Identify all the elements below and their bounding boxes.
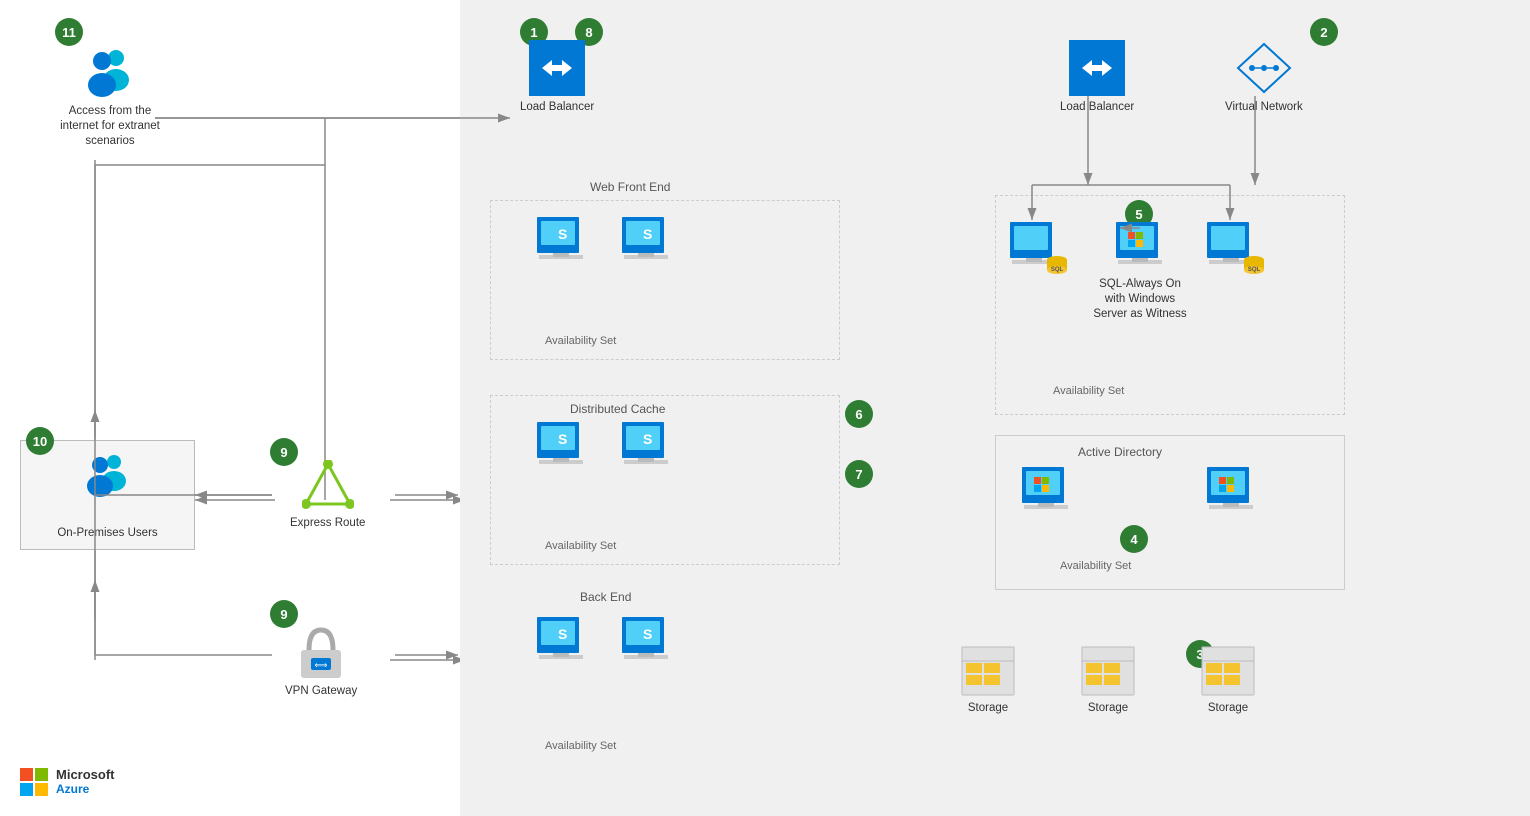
badge-4: 4 xyxy=(1120,525,1148,553)
svg-text:S: S xyxy=(558,226,567,242)
azure-label: Azure xyxy=(56,783,115,796)
storage2-icon: Storage xyxy=(1080,645,1136,716)
internet-users-label: Access from the internet for extranet sc… xyxy=(50,104,170,149)
on-premises-label: On-Premises Users xyxy=(21,526,194,541)
main-panel: 1 8 Load Balancer Web Front End xyxy=(460,0,1530,816)
vm3-icon: S xyxy=(535,420,587,470)
svg-text:S: S xyxy=(558,431,567,447)
vnet-icon: Virtual Network xyxy=(1225,40,1303,115)
diagram-container: 11 Access from the internet for extranet… xyxy=(0,0,1530,816)
ad-vm1-icon xyxy=(1020,465,1072,518)
sq-green xyxy=(35,768,48,781)
sql-vm3-icon: SQL xyxy=(1205,220,1257,273)
sq-red xyxy=(20,768,33,781)
storage1-icon: Storage xyxy=(960,645,1016,716)
sq-blue xyxy=(20,783,33,796)
lb2-label: Load Balancer xyxy=(1060,100,1134,115)
svg-text:S: S xyxy=(558,626,567,642)
sq-yellow xyxy=(35,783,48,796)
svg-text:SQL: SQL xyxy=(1248,267,1261,273)
storage2-label: Storage xyxy=(1088,701,1128,716)
svg-text:S: S xyxy=(643,626,652,642)
avail-set-label-sql: Availability Set xyxy=(1053,385,1124,397)
vm1-icon: S xyxy=(535,215,587,265)
active-directory-label: Active Directory xyxy=(1078,445,1162,459)
storage1-label: Storage xyxy=(968,701,1008,716)
avail-set-label-1: Availability Set xyxy=(545,335,616,347)
badge-2: 2 xyxy=(1310,18,1338,46)
azure-logo-squares xyxy=(20,768,48,796)
lb2-graphic xyxy=(1069,40,1125,96)
vm5-icon: S xyxy=(535,615,587,665)
avail-set-label-3: Availability Set xyxy=(545,740,616,752)
badge-11: 11 xyxy=(55,18,83,46)
lb1-icon: Load Balancer xyxy=(520,40,594,115)
lb1-graphic xyxy=(529,40,585,96)
lb1-label: Load Balancer xyxy=(520,100,594,115)
dist-cache-label: Distributed Cache xyxy=(570,402,665,416)
on-premises-box: 10 On-Premises Users xyxy=(20,440,195,550)
azure-logo: Microsoft Azure xyxy=(20,768,115,796)
express-route-label: Express Route xyxy=(290,516,365,531)
avail-set-label-2: Availability Set xyxy=(545,540,616,552)
storage3-label: Storage xyxy=(1208,701,1248,716)
vnet-label: Virtual Network xyxy=(1225,100,1303,115)
badge-7: 7 xyxy=(845,460,873,488)
vm2-icon: S xyxy=(620,215,672,265)
badge-6: 6 xyxy=(845,400,873,428)
ad-vm2-icon xyxy=(1205,465,1257,518)
sql-vm1-icon: SQL xyxy=(1008,220,1060,273)
avail-set-label-ad: Availability Set xyxy=(1060,560,1131,572)
svg-text:SQL: SQL xyxy=(1051,267,1064,273)
azure-logo-text: Microsoft Azure xyxy=(56,768,115,795)
ms-label: Microsoft xyxy=(56,768,115,782)
back-end-label: Back End xyxy=(580,590,631,604)
express-route-icon: Express Route xyxy=(290,460,365,531)
web-front-end-label: Web Front End xyxy=(590,180,670,194)
storage3-icon: Storage xyxy=(1200,645,1256,716)
sql-always-on-label: SQL-Always On with Windows Server as Wit… xyxy=(1090,277,1190,322)
internet-users-icon: Access from the internet for extranet sc… xyxy=(50,45,170,149)
vpn-gateway-icon: ⟺ VPN Gateway xyxy=(285,622,357,699)
vm6-icon: S xyxy=(620,615,672,665)
badge-10: 10 xyxy=(26,427,54,455)
vm4-icon: S xyxy=(620,420,672,470)
sql-vm-mid-icon: SQL-Always On with Windows Server as Wit… xyxy=(1090,220,1190,322)
svg-text:S: S xyxy=(643,226,652,242)
svg-text:S: S xyxy=(643,431,652,447)
vpn-gateway-label: VPN Gateway xyxy=(285,684,357,699)
lb2-icon: Load Balancer xyxy=(1060,40,1134,115)
svg-text:⟺: ⟺ xyxy=(315,660,328,670)
